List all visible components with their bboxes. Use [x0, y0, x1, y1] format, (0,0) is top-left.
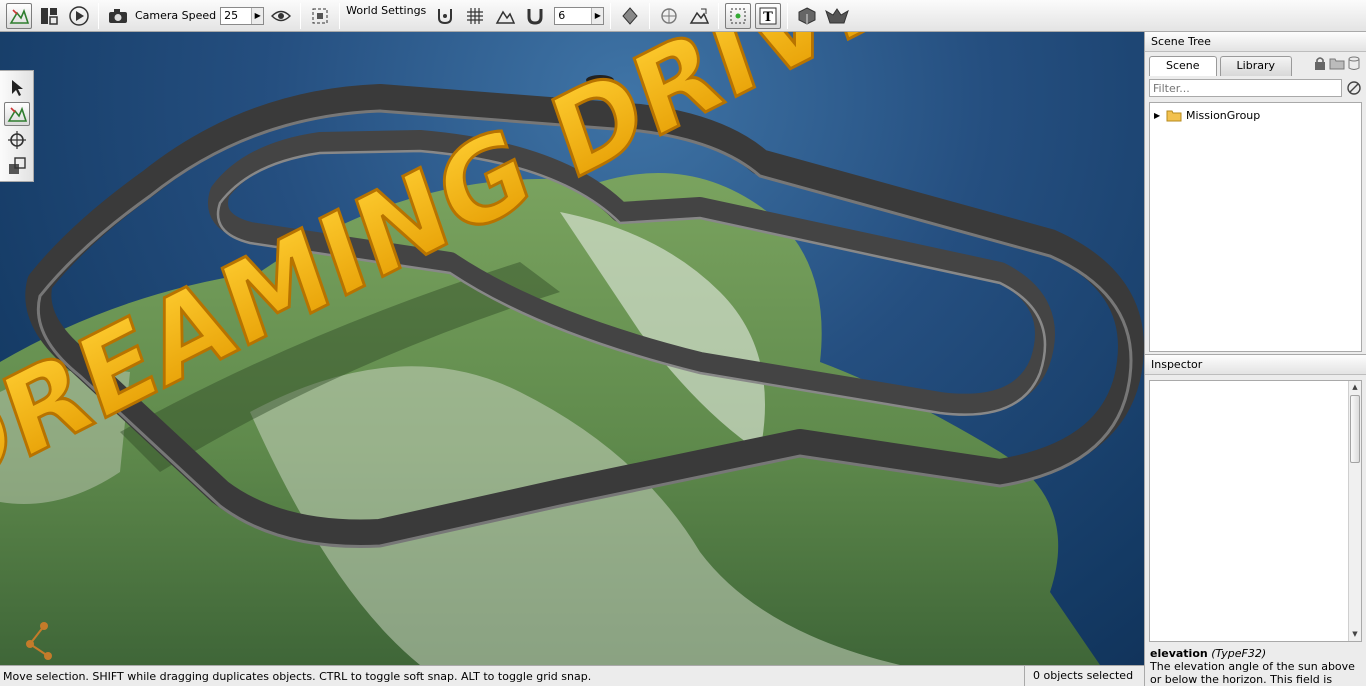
terrain-snap-icon[interactable]	[492, 3, 518, 29]
grid-snap-icon[interactable]	[462, 3, 488, 29]
select-arrow-icon[interactable]	[4, 76, 30, 100]
field-type: (TypeF32)	[1211, 647, 1267, 660]
svg-text:T: T	[763, 10, 773, 25]
tab-library[interactable]: Library	[1219, 56, 1293, 76]
folder-icon	[1166, 110, 1182, 121]
scale-tool-icon[interactable]	[4, 154, 30, 178]
field-name: elevation	[1150, 647, 1208, 660]
status-message: Move selection. SHIFT while dragging dup…	[3, 669, 592, 683]
play-game-icon[interactable]	[66, 3, 92, 29]
status-bar: Move selection. SHIFT while dragging dup…	[0, 665, 1144, 686]
scrollbar-thumb[interactable]	[1350, 395, 1360, 463]
toolbar-separator	[98, 2, 99, 29]
world-editor-icon[interactable]	[6, 2, 32, 29]
lock-icon[interactable]	[1314, 56, 1326, 70]
drop-at-camera-icon[interactable]	[794, 3, 820, 29]
clear-filter-icon[interactable]	[1346, 80, 1362, 96]
snap-size-input[interactable]	[555, 7, 592, 24]
snap-to-object-icon[interactable]	[432, 3, 458, 29]
chevron-right-icon[interactable]: ▶	[591, 7, 604, 24]
terrain-align-icon[interactable]	[686, 3, 712, 29]
tab-scene[interactable]: Scene	[1149, 56, 1217, 76]
scene-tree-title: Scene Tree	[1145, 32, 1366, 52]
world-transform-icon[interactable]	[656, 3, 682, 29]
scene-tree-actions	[1314, 56, 1360, 70]
camera-speed-input[interactable]	[221, 7, 252, 24]
tree-item-label: MissionGroup	[1186, 108, 1261, 122]
3d-viewport[interactable]: DREAMING DRIVE	[0, 32, 1144, 665]
camera-speed-label: Camera Speed	[135, 9, 217, 22]
rotate-tool-icon[interactable]	[4, 128, 30, 152]
inspector-title: Inspector	[1145, 355, 1366, 375]
toolbar-separator	[787, 2, 789, 29]
scene-tree-tabs: Scene Library	[1145, 52, 1366, 76]
inspector-panel: Inspector ▲ ▼ elevation (TypeF32) The el…	[1144, 354, 1366, 686]
tree-item-missiongroup[interactable]: ▶ MissionGroup	[1154, 107, 1357, 123]
visibility-eye-icon[interactable]	[268, 3, 294, 29]
chevron-right-icon[interactable]: ▶	[251, 7, 264, 24]
text-labels-icon[interactable]: T	[755, 2, 782, 29]
world-settings-label: World Settings	[346, 4, 427, 17]
field-description: The elevation angle of the sun above or …	[1150, 660, 1355, 686]
scene-render: DREAMING DRIVE	[0, 32, 1144, 665]
toolbar-separator	[300, 2, 302, 29]
import-shape-icon[interactable]	[824, 3, 850, 29]
trash-icon[interactable]	[1348, 56, 1360, 70]
gui-editor-icon[interactable]	[36, 3, 62, 29]
field-documentation: elevation (TypeF32) The elevation angle …	[1145, 647, 1366, 686]
scroll-down-icon[interactable]: ▼	[1349, 628, 1361, 641]
visibility-bounds-icon[interactable]	[725, 2, 752, 29]
soft-snap-magnet-icon[interactable]	[522, 3, 548, 29]
scene-tree-panel: Scene Tree Scene Library ▶ MissionGroup	[1144, 32, 1366, 354]
scroll-up-icon[interactable]: ▲	[1349, 381, 1361, 394]
object-center-icon[interactable]	[617, 3, 643, 29]
selection-count: 0 objects selected	[1024, 666, 1144, 686]
camera-icon[interactable]	[105, 3, 131, 29]
toolbar-separator	[649, 2, 651, 29]
tools-palette	[0, 70, 34, 182]
scene-tree-list[interactable]: ▶ MissionGroup	[1149, 102, 1362, 352]
expand-arrow-icon[interactable]: ▶	[1154, 111, 1164, 120]
inspector-scrollbar[interactable]: ▲ ▼	[1348, 381, 1361, 641]
camera-speed-field[interactable]: ▶	[220, 6, 265, 25]
toolbar-separator	[610, 2, 612, 29]
frame-selection-icon[interactable]	[307, 3, 333, 29]
new-folder-icon[interactable]	[1329, 56, 1345, 70]
filter-row	[1145, 76, 1366, 100]
move-tool-icon[interactable]	[3, 102, 30, 126]
main-toolbar: Camera Speed ▶ World Settings ▶ T	[0, 0, 1366, 32]
toolbar-separator	[339, 2, 341, 29]
toolbar-separator	[718, 2, 720, 29]
snap-size-field[interactable]: ▶	[554, 6, 605, 25]
filter-input[interactable]	[1149, 79, 1342, 97]
inspector-fields[interactable]: ▲ ▼	[1149, 380, 1362, 642]
